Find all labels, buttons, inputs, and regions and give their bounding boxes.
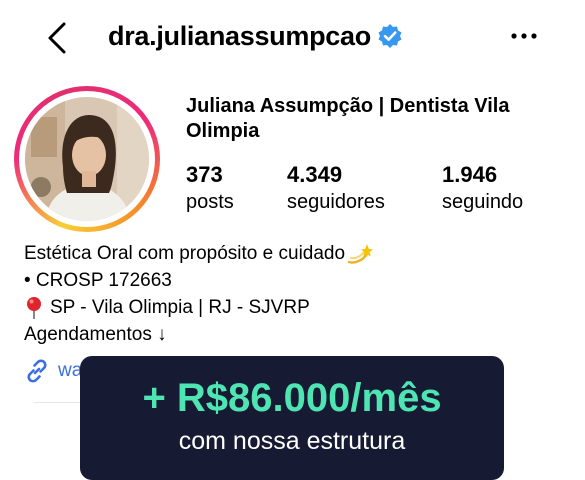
round-pushpin-emoji — [27, 296, 41, 319]
bio-line: Agendamentos ↓ — [24, 324, 167, 345]
profile-name: Juliana Assumpção | Dentista Vila Olimpi… — [186, 95, 510, 142]
stat-value: 1.946 — [442, 162, 498, 187]
stat-followers[interactable]: 4.349 seguidores — [287, 162, 385, 215]
avatar — [25, 97, 149, 221]
bio-line: SP - Vila Olimpia | RJ - SJVRP — [24, 294, 564, 321]
promo-subtitle: com nossa estrutura — [178, 427, 406, 455]
promo-overlay: + R$86.000/mês com nossa estrutura — [80, 356, 504, 480]
divider — [34, 402, 80, 403]
more-horizontal-icon — [511, 33, 537, 39]
verified-badge-icon — [378, 24, 402, 48]
link-icon — [27, 359, 47, 383]
story-ring[interactable] — [14, 86, 160, 232]
stat-value: 4.349 — [287, 162, 343, 187]
username-header: dra.julianassumpcao — [108, 16, 403, 56]
profile-link[interactable]: wa — [24, 356, 82, 386]
bio-line: • CROSP 172663 — [24, 270, 172, 291]
bio-line: Estética Oral com propósito e cuidado — [24, 240, 564, 267]
username: dra.julianassumpcao — [108, 20, 371, 51]
bio: Estética Oral com propósito e cuidado • … — [24, 240, 564, 348]
back-button[interactable] — [44, 20, 72, 56]
profile-photo — [25, 97, 149, 221]
stat-value: 373 — [186, 162, 223, 187]
top-bar: dra.julianassumpcao — [0, 0, 585, 72]
promo-title: + R$86.000/mês — [142, 376, 442, 420]
stat-label: seguindo — [442, 191, 524, 213]
stat-following[interactable]: 1.946 seguindo — [442, 162, 523, 215]
chevron-left-icon — [48, 22, 66, 54]
dizzy-star-emoji — [347, 243, 374, 264]
stat-label: posts — [186, 191, 234, 213]
more-options-button[interactable] — [506, 22, 546, 50]
stat-posts[interactable]: 373 posts — [186, 162, 234, 215]
stat-label: seguidores — [287, 191, 385, 213]
link-text[interactable]: wa — [58, 360, 82, 382]
